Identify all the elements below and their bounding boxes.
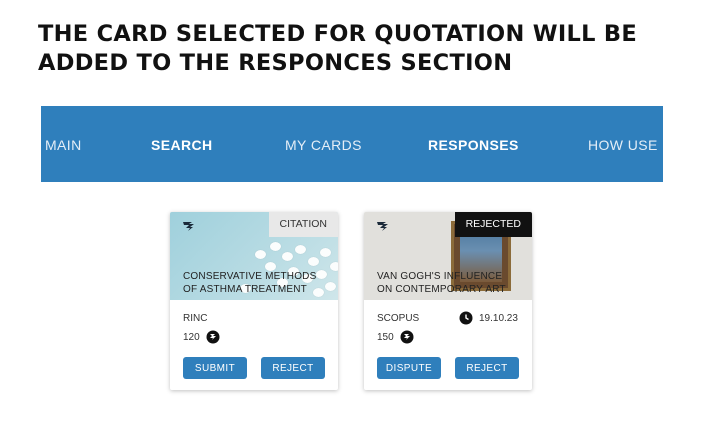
- coin-icon: [400, 330, 414, 344]
- card-price: 120: [183, 332, 200, 343]
- nav-item-my-cards[interactable]: MY CARDS: [285, 137, 362, 153]
- card-title: CONSERVATIVE METHODS OF ASTHMA TREATMENT: [183, 270, 316, 296]
- logo-icon: [183, 222, 194, 231]
- coin-icon: [206, 330, 220, 344]
- status-badge-rejected: REJECTED: [454, 212, 532, 237]
- card-price: 150: [377, 332, 394, 343]
- card-source: RINC: [183, 313, 208, 324]
- nav-item-search[interactable]: SEARCH: [151, 137, 213, 153]
- card-date: 19.10.23: [479, 313, 518, 324]
- card-title-line-1: CONSERVATIVE METHODS: [183, 271, 317, 282]
- card-source: SCOPUS: [377, 313, 420, 324]
- card-title-line-1: VAN GOGH'S INFLUENCE: [377, 271, 503, 282]
- logo-icon: [377, 222, 388, 231]
- heading-line-1: THE CARD SELECTED FOR QUOTATION WILL BE: [38, 21, 638, 47]
- clock-icon: [459, 311, 473, 325]
- reject-button[interactable]: REJECT: [455, 357, 519, 379]
- top-navbar: MAIN SEARCH MY CARDS RESPONSES HOW USE: [41, 106, 663, 182]
- card-title-line-2: ON CONTEMPORARY ART: [377, 284, 506, 295]
- nav-item-how-use[interactable]: HOW USE: [588, 137, 658, 153]
- page-heading: THE CARD SELECTED FOR QUOTATION WILL BE …: [38, 20, 678, 78]
- nav-item-responses[interactable]: RESPONSES: [428, 137, 519, 153]
- status-badge-citation: CITATION: [268, 212, 338, 237]
- response-card-citation[interactable]: CITATION CONSERVATIVE METHODS OF ASTHMA …: [170, 212, 338, 390]
- dispute-button[interactable]: DISPUTE: [377, 357, 441, 379]
- response-card-rejected[interactable]: REJECTED VAN GOGH'S INFLUENCE ON CONTEMP…: [364, 212, 532, 390]
- card-title: VAN GOGH'S INFLUENCE ON CONTEMPORARY ART: [377, 270, 506, 296]
- nav-item-main[interactable]: MAIN: [45, 137, 82, 153]
- submit-button[interactable]: SUBMIT: [183, 357, 247, 379]
- reject-button[interactable]: REJECT: [261, 357, 325, 379]
- card-title-line-2: OF ASTHMA TREATMENT: [183, 284, 307, 295]
- heading-line-2: ADDED TO THE RESPONCES SECTION: [38, 50, 513, 76]
